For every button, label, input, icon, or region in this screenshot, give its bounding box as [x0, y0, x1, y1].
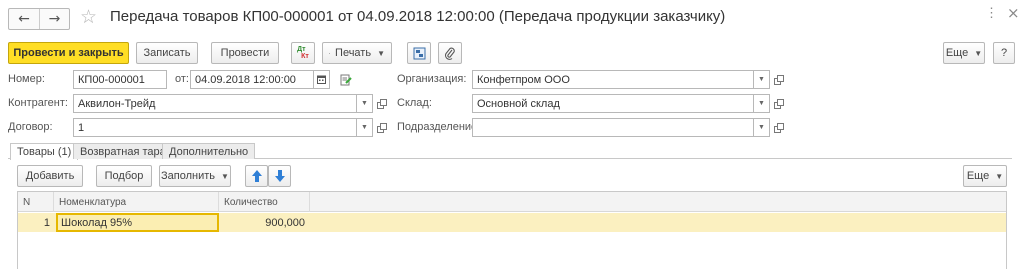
- department-label: Подразделение:: [397, 121, 481, 133]
- arrow-down-icon: [274, 170, 285, 182]
- counterparty-dropdown-button[interactable]: ▼: [357, 94, 373, 113]
- column-header-item[interactable]: Номенклатура: [54, 192, 219, 212]
- organization-open-button[interactable]: [772, 71, 786, 88]
- arrow-left-icon: ←: [18, 11, 30, 27]
- edit-document-icon: [340, 74, 352, 85]
- chevron-down-icon: ▼: [974, 48, 983, 58]
- contract-field[interactable]: 1: [73, 118, 357, 137]
- open-link-icon: [774, 98, 784, 109]
- structure-button[interactable]: [407, 42, 431, 64]
- forward-button[interactable]: →: [39, 9, 69, 29]
- tab-additional[interactable]: Дополнительно: [162, 143, 256, 159]
- chevron-down-icon: ▼: [361, 124, 368, 131]
- arrow-up-icon: [251, 170, 262, 182]
- calendar-button[interactable]: [314, 70, 330, 89]
- warehouse-dropdown-button[interactable]: ▼: [754, 94, 770, 113]
- window-menu-icon[interactable]: ⋮: [985, 5, 999, 21]
- department-dropdown-button[interactable]: ▼: [754, 118, 770, 137]
- open-link-icon: [377, 122, 387, 133]
- print-label: Печать: [335, 47, 372, 59]
- chevron-down-icon: ▼: [995, 171, 1004, 181]
- help-button[interactable]: ?: [993, 42, 1015, 64]
- add-button[interactable]: Добавить: [17, 165, 83, 187]
- counterparty-field[interactable]: Аквилон-Трейд: [73, 94, 357, 113]
- open-link-icon: [377, 98, 387, 109]
- chevron-down-icon: ▼: [758, 76, 765, 83]
- contract-open-button[interactable]: [375, 119, 389, 136]
- fill-label: Заполнить: [161, 170, 216, 182]
- favorite-star-icon[interactable]: ☆: [80, 6, 97, 28]
- post-and-close-button[interactable]: Провести и закрыть: [8, 42, 129, 64]
- warehouse-label: Склад:: [397, 97, 432, 109]
- close-icon[interactable]: ×: [1007, 4, 1020, 22]
- contract-dropdown-button[interactable]: ▼: [357, 118, 373, 137]
- contract-label: Договор:: [8, 121, 53, 133]
- counterparty-label: Контрагент:: [8, 97, 68, 109]
- chevron-down-icon: ▼: [221, 171, 229, 181]
- tab-returnable-packaging[interactable]: Возвратная тара: [73, 143, 173, 159]
- counterparty-open-button[interactable]: [375, 95, 389, 112]
- goods-table: N Номенклатура Количество 1 Шоколад 95% …: [17, 191, 1007, 269]
- date-label: от:: [175, 73, 189, 85]
- chevron-down-icon: ▼: [377, 48, 385, 58]
- printer-icon: [329, 52, 331, 54]
- number-history-button[interactable]: [339, 71, 353, 88]
- chevron-down-icon: ▼: [361, 100, 368, 107]
- table-header: N Номенклатура Количество: [18, 192, 1006, 212]
- number-label: Номер:: [8, 73, 45, 85]
- more-label: Еще: [945, 47, 969, 59]
- warehouse-open-button[interactable]: [772, 95, 786, 112]
- date-field[interactable]: 04.09.2018 12:00:00: [190, 70, 314, 89]
- department-field[interactable]: [472, 118, 754, 137]
- fill-button[interactable]: Заполнить ▼: [159, 165, 231, 187]
- more-actions-button[interactable]: Еще ▼: [943, 42, 985, 64]
- move-down-button[interactable]: [268, 165, 291, 187]
- window-title: Передача товаров КП00-000001 от 04.09.20…: [110, 8, 726, 25]
- pick-button[interactable]: Подбор: [96, 165, 152, 187]
- quantity-cell[interactable]: 900,000: [219, 213, 305, 232]
- tab-goods[interactable]: Товары (1): [10, 143, 79, 160]
- number-field[interactable]: КП00-000001: [73, 70, 167, 89]
- dt-kt-icon: Дт Кт: [297, 46, 309, 60]
- item-cell[interactable]: Шоколад 95%: [56, 213, 219, 232]
- table-row[interactable]: 1 Шоколад 95% 900,000: [18, 213, 1006, 232]
- chevron-down-icon: ▼: [758, 124, 765, 131]
- document-structure-icon: [413, 47, 425, 59]
- open-link-icon: [774, 74, 784, 85]
- attach-files-button[interactable]: [438, 42, 462, 64]
- arrow-right-icon: →: [48, 11, 61, 27]
- column-header-n[interactable]: N: [18, 192, 54, 212]
- paperclip-icon: [445, 47, 455, 60]
- calendar-icon: [317, 75, 326, 84]
- back-button[interactable]: ←: [9, 9, 39, 29]
- goods-more-button[interactable]: Еще ▼: [963, 165, 1007, 187]
- organization-dropdown-button[interactable]: ▼: [754, 70, 770, 89]
- organization-field[interactable]: Конфетпром ООО: [472, 70, 754, 89]
- dt-kt-button[interactable]: Дт Кт: [291, 42, 315, 64]
- move-up-button[interactable]: [245, 165, 268, 187]
- post-button[interactable]: Провести: [211, 42, 279, 64]
- chevron-down-icon: ▼: [758, 100, 765, 107]
- open-link-icon: [774, 122, 784, 133]
- organization-label: Организация:: [397, 73, 467, 85]
- column-header-quantity[interactable]: Количество: [219, 192, 310, 212]
- department-open-button[interactable]: [772, 119, 786, 136]
- warehouse-field[interactable]: Основной склад: [472, 94, 754, 113]
- goods-more-label: Еще: [966, 170, 990, 182]
- row-number: 1: [43, 216, 50, 229]
- print-button[interactable]: Печать ▼: [322, 42, 392, 64]
- save-button[interactable]: Записать: [136, 42, 198, 64]
- history-nav: ← →: [8, 8, 70, 30]
